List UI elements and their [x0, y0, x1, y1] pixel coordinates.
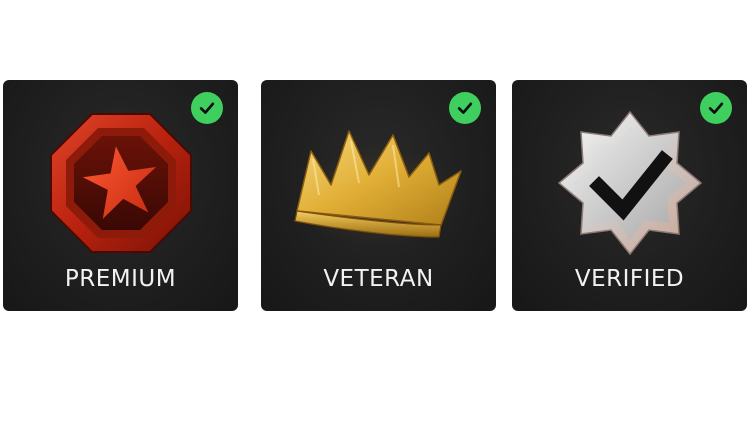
badge-card-verified[interactable]: VERIFIED — [512, 80, 747, 311]
badge-label: VETERAN — [323, 266, 434, 292]
badge-label: VERIFIED — [574, 266, 685, 292]
badge-card-veteran[interactable]: VETERAN — [261, 80, 496, 311]
crown-icon — [261, 98, 496, 268]
badge-label: PREMIUM — [64, 266, 177, 292]
badge-card-premium[interactable]: PREMIUM — [3, 80, 238, 311]
verified-star-check-icon — [512, 98, 747, 268]
octagon-star-icon — [3, 98, 238, 268]
